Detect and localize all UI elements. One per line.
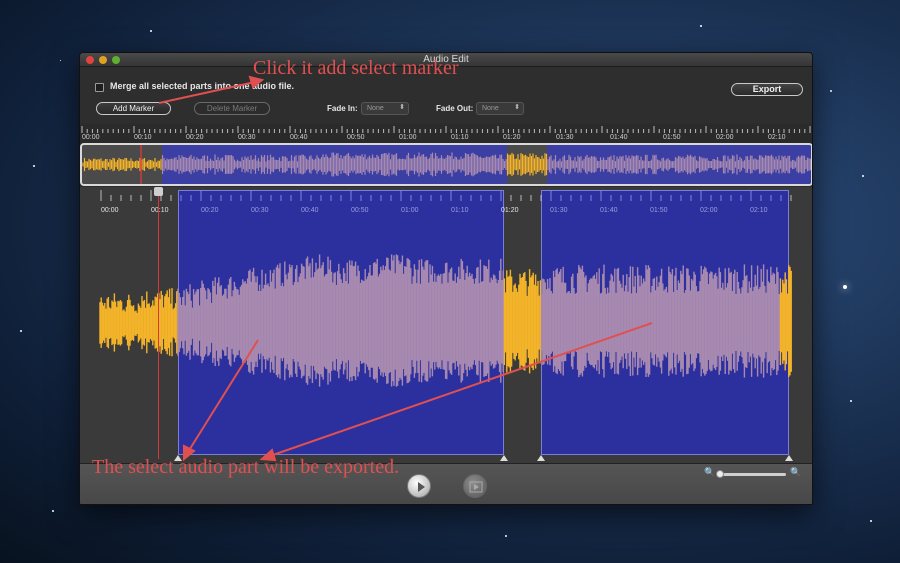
play-button[interactable] [407,474,431,498]
overview-ruler: 00:00 00:10 00:20 00:30 00:40 00:50 01:0… [80,125,812,143]
audio-edit-window: Audio Edit Merge all selected parts into… [79,52,813,505]
play-selection-icon [469,481,483,493]
stepper-arrows-icon: ⬍ [399,104,405,111]
overview-ruler-label: 02:10 [768,134,786,141]
playback-bar: 🔍 🔍 [80,463,812,504]
playhead-handle[interactable] [154,187,163,196]
add-marker-button[interactable]: Add Marker [96,102,171,115]
fade-out-select[interactable]: None ⬍ [476,102,524,115]
overview-waveform[interactable] [80,143,812,186]
merge-label: Merge all selected parts into one audio … [110,81,295,91]
zoom-slider[interactable] [718,473,786,476]
overview-ruler-label: 01:00 [399,134,417,141]
window-title: Audio Edit [423,54,469,65]
merge-checkbox[interactable] [95,83,104,92]
overview-ruler-label: 01:40 [610,134,628,141]
detail-waveform-graphic [99,254,792,387]
delete-marker-button[interactable]: Delete Marker [194,102,270,115]
selection-end-handle[interactable] [500,455,508,461]
selection-start-handle[interactable] [174,455,182,461]
playhead-line [158,191,159,459]
overview-ruler-label: 01:10 [451,134,469,141]
overview-ruler-label: 00:20 [186,134,204,141]
export-button[interactable]: Export [731,83,803,96]
zoom-slider-knob[interactable] [716,470,724,478]
overview-ruler-label: 00:30 [238,134,256,141]
fade-in-value: None [367,105,384,112]
play-icon [418,482,425,492]
overview-waveform-graphic [82,145,811,184]
title-bar: Audio Edit [80,53,812,67]
detail-waveform-area[interactable]: 00:00 00:10 00:20 00:30 00:40 00:50 01:0… [80,187,812,463]
play-selection-button[interactable] [463,474,487,498]
overview-ruler-label: 00:10 [134,134,152,141]
selection-start-handle[interactable] [537,455,545,461]
overview-ruler-label: 00:00 [82,134,100,141]
fade-in-select[interactable]: None ⬍ [361,102,409,115]
overview-ruler-label: 01:20 [503,134,521,141]
zoom-in-icon[interactable]: 🔍 [790,467,801,478]
selection-end-handle[interactable] [785,455,793,461]
toolbar: Merge all selected parts into one audio … [80,67,812,123]
stepper-arrows-icon: ⬍ [514,104,520,111]
overview-ruler-label: 00:40 [290,134,308,141]
fade-in-label: Fade In: [327,104,358,113]
fade-out-label: Fade Out: [436,104,474,113]
overview-ruler-label: 01:50 [663,134,681,141]
overview-ruler-label: 01:30 [556,134,574,141]
zoom-out-icon[interactable]: 🔍 [704,467,715,478]
fade-out-value: None [482,105,499,112]
overview-ruler-label: 00:50 [347,134,365,141]
overview-ruler-label: 02:00 [716,134,734,141]
